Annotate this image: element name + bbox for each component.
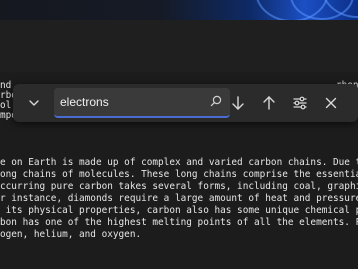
expand-replace-button[interactable] xyxy=(22,91,46,115)
editor-line-2: ong chains of molecules. These long chai… xyxy=(0,169,358,180)
find-bar xyxy=(13,84,358,122)
desktop-wallpaper xyxy=(0,0,358,20)
find-options-button[interactable] xyxy=(288,91,312,115)
editor-title-bar xyxy=(0,20,358,72)
find-field[interactable] xyxy=(54,88,230,118)
notepad-window: nd rbo ol mpo rbon hem cov mpos e on Ear… xyxy=(0,0,358,269)
editor-line-5: its physical properties, carbon also has… xyxy=(0,205,358,216)
editor-line-6: bon has one of the highest melting point… xyxy=(0,217,358,228)
find-previous-button[interactable] xyxy=(257,91,281,115)
editor-line-3: ccurring pure carbon takes several forms… xyxy=(0,181,358,192)
close-icon xyxy=(325,97,337,109)
chevron-down-icon xyxy=(29,100,39,106)
sliders-icon xyxy=(293,96,307,110)
find-next-button[interactable] xyxy=(226,91,250,115)
search-icon xyxy=(210,95,222,107)
editor-line-1: e on Earth is made up of complex and var… xyxy=(0,157,358,168)
editor-line-4: r instance, diamonds require a large amo… xyxy=(0,193,358,204)
editor-line-7: ogen, helium, and oxygen. xyxy=(0,229,142,240)
arrow-up-icon xyxy=(263,96,275,110)
search-button[interactable] xyxy=(206,91,226,111)
find-input[interactable] xyxy=(60,92,200,112)
arrow-down-icon xyxy=(232,96,244,110)
close-find-button[interactable] xyxy=(319,91,343,115)
